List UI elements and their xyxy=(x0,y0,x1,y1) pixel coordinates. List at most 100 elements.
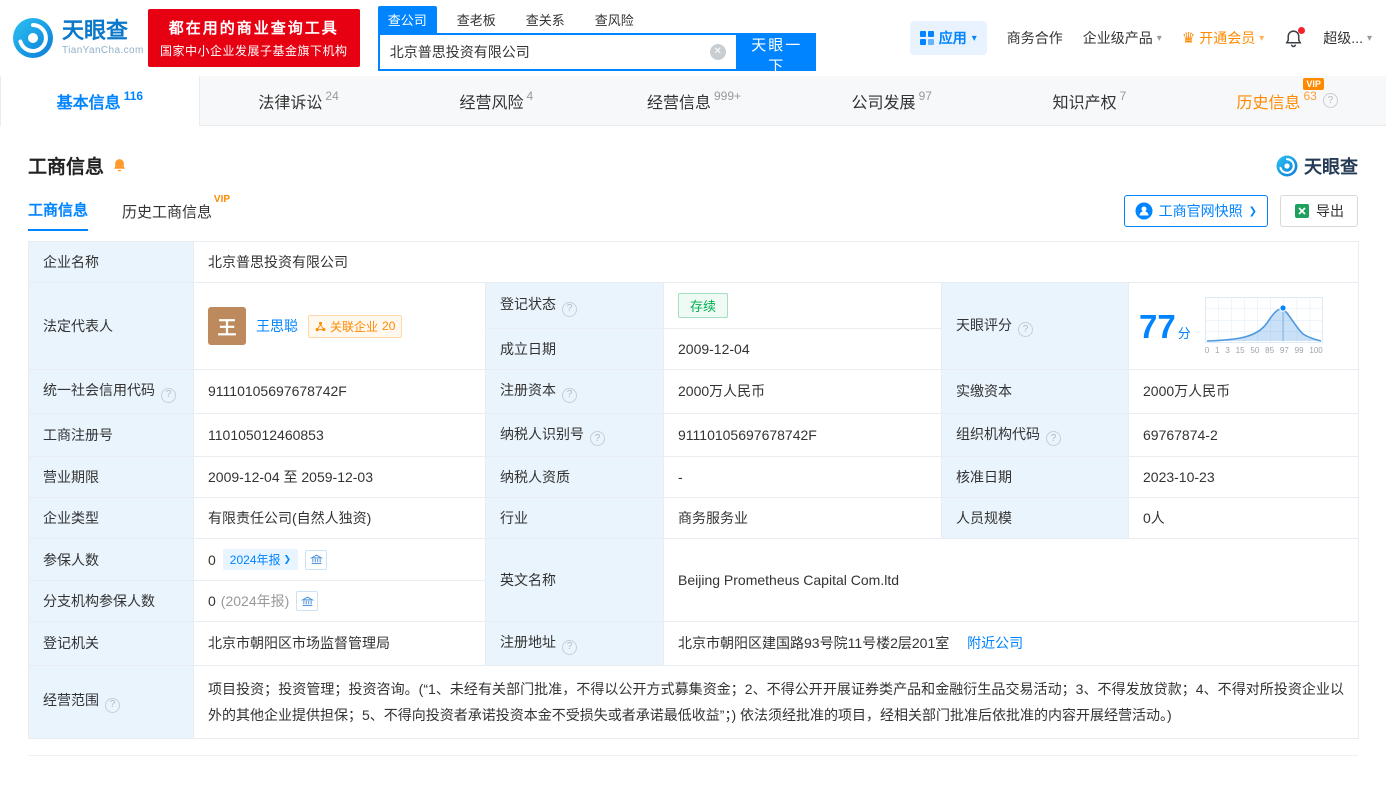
social-security-icon[interactable] xyxy=(305,550,327,570)
tab-intellectual-property[interactable]: 知识产权 7 xyxy=(991,76,1189,125)
social-security-icon[interactable] xyxy=(296,591,318,611)
help-icon[interactable]: ? xyxy=(562,388,577,403)
tab-label: 基本信息 xyxy=(57,89,121,113)
table-row: 法定代表人 王 王思聪 关联企业 20 xyxy=(29,283,1359,329)
tab-operation-risk[interactable]: 经营风险 4 xyxy=(397,76,595,125)
tab-business-info[interactable]: 经营信息 999+ xyxy=(595,76,793,125)
reg-status-value: 存续 xyxy=(664,283,942,329)
industry-value: 商务服务业 xyxy=(664,498,942,539)
help-icon[interactable]: ? xyxy=(590,431,605,446)
credit-code-value: 91110105697678742F xyxy=(194,370,486,414)
chevron-down-icon: ▾ xyxy=(1259,33,1264,44)
search-tab-relation[interactable]: 查关系 xyxy=(516,6,575,33)
establish-date-label: 成立日期 xyxy=(486,329,664,370)
table-row: 企业类型 有限责任公司(自然人独资) 行业 商务服务业 人员规模 0人 xyxy=(29,498,1359,539)
score-value[interactable]: 77分 xyxy=(1129,283,1359,370)
help-icon[interactable]: ? xyxy=(562,640,577,655)
export-label: 导出 xyxy=(1316,201,1344,221)
paid-capital-value: 2000万人民币 xyxy=(1129,370,1359,414)
related-companies-badge[interactable]: 关联企业 20 xyxy=(308,315,402,338)
tab-basic-info[interactable]: 基本信息 116 xyxy=(0,76,200,125)
search-tab-risk[interactable]: 查风险 xyxy=(585,6,644,33)
branch-insured-report-year: (2024年报) xyxy=(221,591,289,611)
approval-date-label: 核准日期 xyxy=(942,457,1129,498)
company-name-value: 北京普思投资有限公司 xyxy=(194,242,1359,283)
tianyancha-logo[interactable]: 天眼查 TianYanCha.com xyxy=(12,17,144,59)
search-tab-boss[interactable]: 查老板 xyxy=(447,6,506,33)
tab-label: 经营信息 xyxy=(647,89,711,113)
establish-date-value: 2009-12-04 xyxy=(664,329,942,370)
legal-rep-link[interactable]: 王思聪 xyxy=(256,316,298,336)
watermark-logo-text: 天眼查 xyxy=(1304,153,1358,179)
search-tab-company[interactable]: 查公司 xyxy=(378,6,437,33)
business-term-value: 2009-12-04 至 2059-12-03 xyxy=(194,457,486,498)
apps-grid-icon xyxy=(920,31,934,45)
tab-count: 4 xyxy=(526,89,533,103)
company-type-value: 有限责任公司(自然人独资) xyxy=(194,498,486,539)
clear-search-icon[interactable]: ✕ xyxy=(710,44,726,60)
reg-authority-label: 登记机关 xyxy=(29,622,194,666)
legal-rep-avatar[interactable]: 王 xyxy=(208,307,246,345)
table-row: 经营范围? 项目投资；投资管理；投资咨询。(“1、未经有关部门批准，不得以公开方… xyxy=(29,665,1359,738)
tab-history-info[interactable]: VIP 历史信息 63 ? xyxy=(1188,76,1386,125)
company-name-label: 企业名称 xyxy=(29,242,194,283)
paid-capital-label: 实缴资本 xyxy=(942,370,1129,414)
section-divider xyxy=(28,755,1358,756)
subtab-business-info[interactable]: 工商信息 xyxy=(28,199,88,231)
table-row: 工商注册号 110105012460853 纳税人识别号? 9111010569… xyxy=(29,413,1359,457)
business-info-table: 企业名称 北京普思投资有限公司 法定代表人 王 王思聪 关联企业 xyxy=(28,241,1359,739)
menu-open-vip[interactable]: ♛ 开通会员 ▾ xyxy=(1182,28,1264,48)
apps-label: 应用 xyxy=(939,28,967,48)
export-button[interactable]: 导出 xyxy=(1280,195,1358,227)
company-nav-tabs: 基本信息 116 法律诉讼 24 经营风险 4 经营信息 999+ 公司发展 9… xyxy=(0,76,1386,126)
status-badge: 存续 xyxy=(678,293,728,318)
help-icon[interactable]: ? xyxy=(161,388,176,403)
watermark-logo: 天眼查 xyxy=(1276,153,1358,179)
help-icon[interactable]: ? xyxy=(1323,93,1338,108)
menu-business-cooperation[interactable]: 商务合作 xyxy=(1007,28,1063,48)
legal-rep-label: 法定代表人 xyxy=(29,283,194,370)
chevron-right-icon: ❯ xyxy=(284,554,292,565)
help-icon[interactable]: ? xyxy=(562,302,577,317)
chevron-down-icon: ▾ xyxy=(972,33,977,44)
help-icon[interactable]: ? xyxy=(1046,431,1061,446)
help-icon[interactable]: ? xyxy=(1018,322,1033,337)
tab-count: 63 xyxy=(1304,89,1317,103)
person-icon xyxy=(1135,202,1153,220)
notification-dot xyxy=(1298,27,1305,34)
related-companies-count: 20 xyxy=(382,319,395,333)
tab-label: 公司发展 xyxy=(852,89,916,113)
subtab-history-business-info[interactable]: 历史工商信息 VIP xyxy=(122,201,212,231)
search-button[interactable]: 天眼一下 xyxy=(738,33,816,71)
tab-company-development[interactable]: 公司发展 97 xyxy=(793,76,991,125)
annual-report-badge[interactable]: 2024年报 ❯ xyxy=(223,549,298,570)
snapshot-label: 工商官网快照 xyxy=(1159,201,1243,221)
tab-legal-proceedings[interactable]: 法律诉讼 24 xyxy=(200,76,398,125)
menu-enterprise-products[interactable]: 企业级产品 ▾ xyxy=(1083,28,1162,48)
staff-size-value: 0人 xyxy=(1129,498,1359,539)
user-menu[interactable]: 超级... ▾ xyxy=(1323,28,1372,48)
search-row: ✕ 天眼一下 xyxy=(378,33,816,71)
reg-status-label: 登记状态? xyxy=(486,283,664,329)
apps-menu[interactable]: 应用 ▾ xyxy=(910,21,987,55)
insured-count-label: 参保人数 xyxy=(29,539,194,581)
official-snapshot-button[interactable]: 工商官网快照 ❯ xyxy=(1124,195,1268,227)
table-actions: 工商官网快照 ❯ 导出 xyxy=(1124,195,1358,231)
table-row: 企业名称 北京普思投资有限公司 xyxy=(29,242,1359,283)
top-menu: 应用 ▾ 商务合作 企业级产品 ▾ ♛ 开通会员 ▾ 超级... ▾ xyxy=(910,21,1372,55)
reg-address-value: 北京市朝阳区建国路93号院11号楼2层201室 附近公司 xyxy=(664,622,1359,666)
nearby-companies-link[interactable]: 附近公司 xyxy=(967,635,1023,651)
subscribe-bell-icon[interactable] xyxy=(112,158,127,173)
notifications-bell[interactable] xyxy=(1284,29,1303,48)
search-box: ✕ xyxy=(378,33,738,71)
score-axis: 01 315 5085 9799 100 xyxy=(1205,347,1323,355)
search-input[interactable] xyxy=(380,44,736,60)
tab-count: 7 xyxy=(1120,89,1127,103)
reg-number-value: 110105012460853 xyxy=(194,413,486,457)
taxpayer-id-value: 91110105697678742F xyxy=(664,413,942,457)
english-name-value: Beijing Prometheus Capital Com.ltd xyxy=(664,539,1359,622)
menu-vip-label: 开通会员 xyxy=(1199,28,1255,48)
section-title: 工商信息 xyxy=(28,152,104,179)
help-icon[interactable]: ? xyxy=(105,698,120,713)
tab-count: 999+ xyxy=(714,89,741,103)
